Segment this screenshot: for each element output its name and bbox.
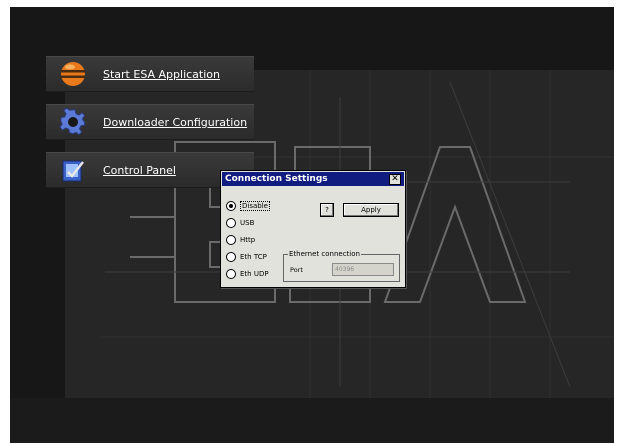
radio-eth-tcp-label: Eth TCP — [240, 253, 267, 261]
help-button[interactable]: ? — [320, 203, 334, 217]
start-esa-application-label: Start ESA Application — [103, 67, 220, 81]
radio-eth-udp-circle[interactable] — [226, 269, 236, 279]
radio-eth-tcp[interactable]: Eth TCP — [226, 252, 267, 262]
dialog-titlebar[interactable]: Connection Settings ✕ — [222, 172, 404, 186]
downloader-configuration-button[interactable]: Downloader Configuration — [46, 104, 254, 140]
ethernet-connection-legend: Ethernet connection — [288, 249, 361, 259]
radio-http[interactable]: Http — [226, 235, 255, 245]
radio-usb[interactable]: USB — [226, 218, 254, 228]
ethernet-connection-group: Ethernet connection Port 40396 — [283, 249, 400, 282]
start-esa-application-button[interactable]: Start ESA Application — [46, 56, 254, 92]
radio-disable-label: Disable — [240, 201, 270, 211]
close-button[interactable]: ✕ — [389, 174, 401, 185]
port-label: Port — [290, 266, 303, 274]
radio-disable[interactable]: Disable — [226, 201, 270, 211]
radio-http-circle[interactable] — [226, 235, 236, 245]
radio-usb-circle[interactable] — [226, 218, 236, 228]
radio-eth-udp[interactable]: Eth UDP — [226, 269, 269, 279]
port-input[interactable]: 40396 — [332, 263, 394, 276]
apply-button[interactable]: Apply — [343, 203, 399, 217]
esa-ball-icon — [56, 57, 90, 91]
bottom-bar — [10, 398, 614, 443]
control-panel-label: Control Panel — [103, 163, 176, 177]
dialog-title: Connection Settings — [225, 174, 328, 184]
radio-usb-label: USB — [240, 219, 255, 227]
gear-icon — [56, 105, 90, 139]
radio-eth-tcp-circle[interactable] — [226, 252, 236, 262]
radio-http-label: Http — [240, 236, 256, 244]
control-panel-icon — [56, 153, 90, 187]
downloader-configuration-label: Downloader Configuration — [103, 115, 248, 129]
connection-settings-dialog: Connection Settings ✕ Disable USB Http E… — [220, 170, 406, 288]
radio-disable-circle[interactable] — [226, 201, 236, 211]
radio-eth-udp-label: Eth UDP — [240, 270, 269, 278]
